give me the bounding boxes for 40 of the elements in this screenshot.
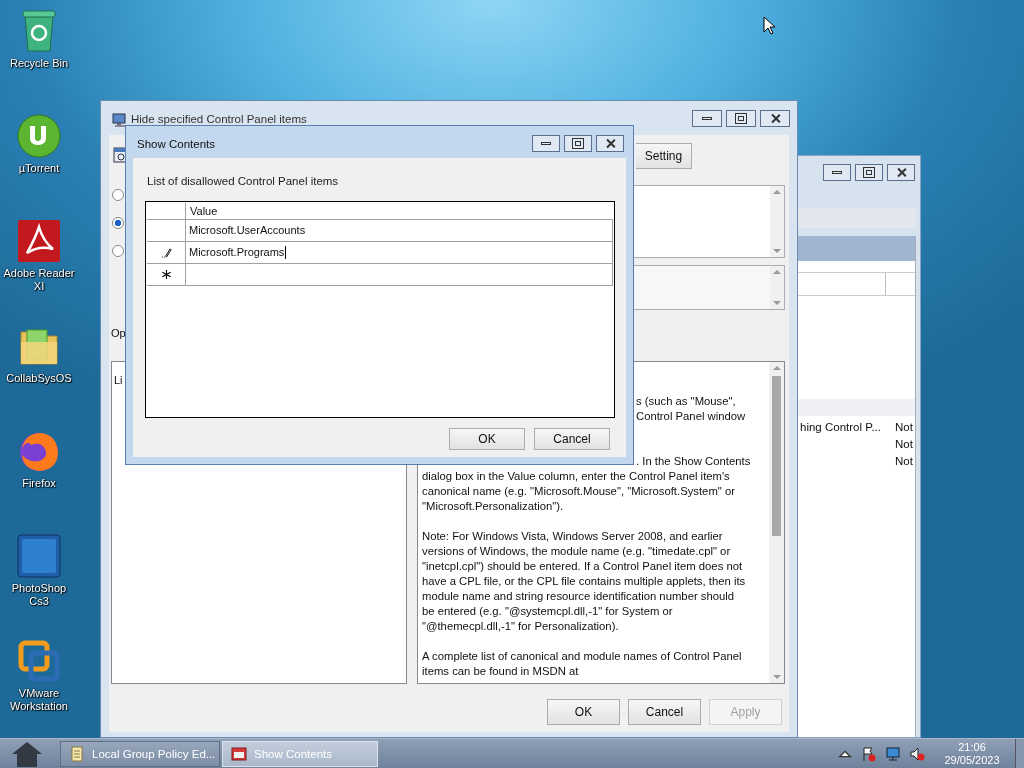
help-text: Note: For Windows Vista, Windows Server 2008, and earlier	[422, 529, 724, 544]
help-text: "@themecpl.dll,-1" for Personalization).	[422, 619, 620, 634]
help-text: "inetcpl.cpl") should be entered. If a Control Panel item does not	[422, 559, 744, 574]
help-text: Control Panel window	[635, 409, 747, 424]
icon-label[interactable]: VMware Workstation	[1, 687, 77, 713]
help-text: dialog box in the Value column, enter the Control Panel item's	[422, 469, 731, 484]
icon-label[interactable]: PhotoShop Cs3	[1, 582, 77, 608]
table-cell: hing Control P...	[800, 421, 881, 433]
column-header[interactable]: Value	[186, 203, 613, 220]
icon-label[interactable]: Firefox	[1, 477, 77, 490]
help-text: canonical name (e.g. "Microsoft.Mouse", "Microsoft.System" or	[422, 484, 736, 499]
dialog-title: Show Contents	[137, 138, 215, 152]
window-title: Hide specified Control Panel items	[131, 113, 307, 125]
help-text: module name and string resource identification number should	[422, 589, 736, 604]
icon-label[interactable]: CollabSysOS	[1, 372, 77, 385]
options-label: Op	[111, 326, 126, 340]
help-text: versions of Windows, the module name (e.g. "timedate.cpl" or	[422, 544, 732, 559]
icon-label[interactable]: Recycle Bin	[1, 57, 77, 70]
table-cell[interactable]: Microsoft.UserAccounts	[186, 220, 613, 242]
table-cell-text: Not	[894, 420, 913, 435]
table-cell-text: Not	[894, 437, 913, 452]
list-label: List of disallowed Control Panel items	[146, 174, 340, 187]
help-text: be entered (e.g. "@systemcpl.dll,-1" for System or	[422, 604, 674, 619]
table-cell-text: Not	[894, 454, 913, 469]
table-cell[interactable]: Microsoft.Programs	[186, 242, 613, 264]
help-text: "Microsoft.Personalization").	[422, 499, 565, 514]
help-text: s (such as "Mouse",	[635, 394, 737, 409]
dialog-button[interactable]: OK	[449, 428, 525, 450]
help-text: A complete list of canonical and module names of Control Panel	[422, 649, 743, 664]
icon-label[interactable]: Adobe Reader XI	[1, 267, 77, 293]
help-text: . In the Show Contents	[635, 454, 752, 469]
clock[interactable]: 21:06 29/05/2023	[937, 740, 1007, 767]
dialog-button[interactable]: Cancel	[534, 428, 610, 450]
help-text: have a CPL file, or the CPL file contains multiple applets, then its	[422, 574, 747, 589]
options-text: Li	[114, 374, 123, 386]
dialog-button[interactable]: OK	[547, 699, 620, 725]
next-setting-button[interactable]: Setting	[636, 143, 692, 169]
help-text: items can be found in MSDN at	[422, 664, 580, 679]
icon-label[interactable]: µTorrent	[1, 162, 77, 175]
dialog-button[interactable]: Cancel	[628, 699, 701, 725]
